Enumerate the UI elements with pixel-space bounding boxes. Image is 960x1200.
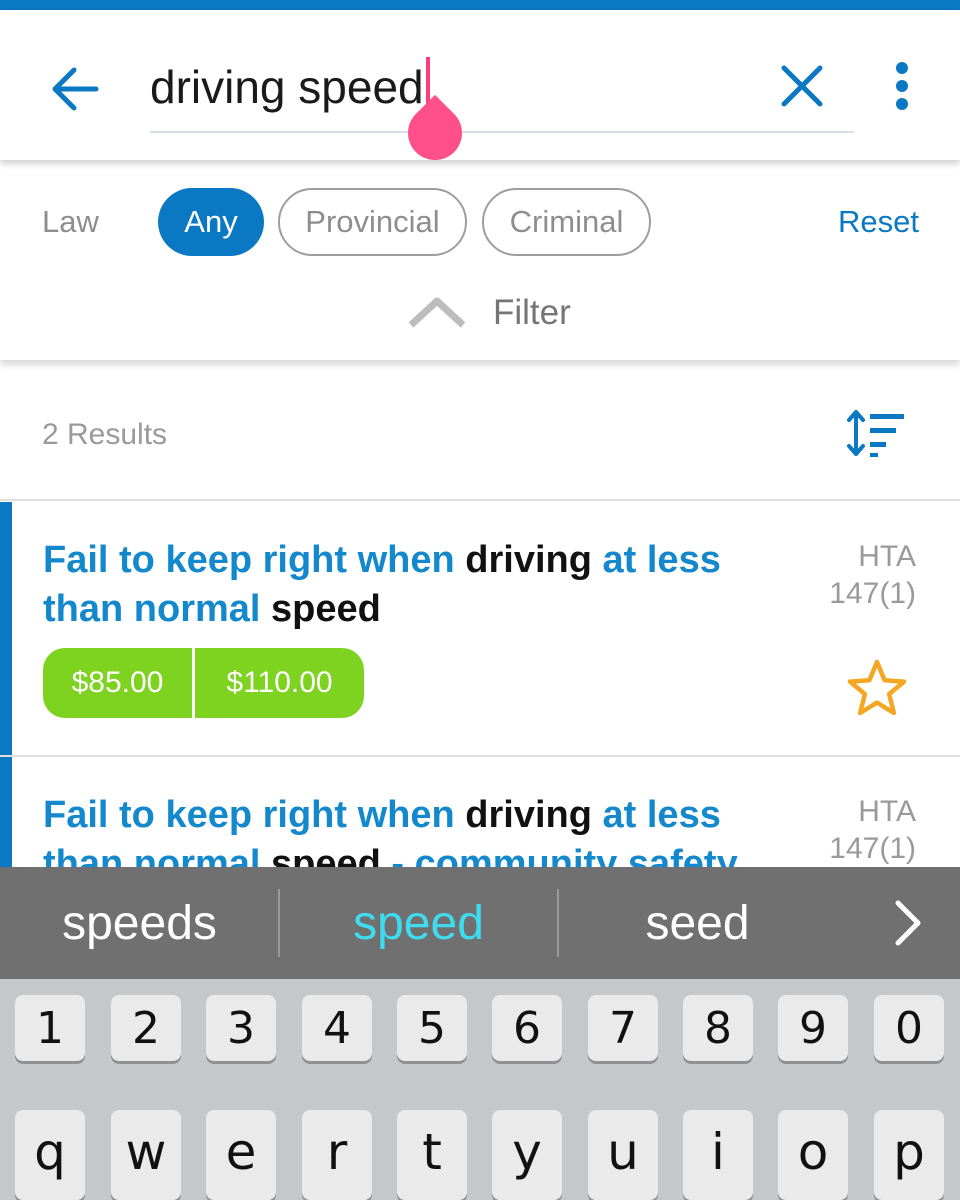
statute-act: HTA	[858, 795, 916, 828]
title-text: Fail to keep right when	[43, 794, 466, 836]
title-text: - community safety	[380, 843, 738, 867]
results-count: 2 Results	[42, 418, 168, 451]
divider	[0, 499, 960, 501]
statute-code: HTA 147(1)	[796, 538, 916, 612]
key[interactable]: y	[492, 1110, 562, 1200]
sort-button[interactable]	[846, 408, 908, 460]
key[interactable]: i	[683, 1110, 753, 1200]
more-suggestions-button[interactable]	[880, 895, 936, 951]
title-match: speed	[271, 843, 381, 867]
more-vert-icon	[896, 62, 908, 110]
close-icon	[781, 65, 823, 107]
suggestion[interactable]: speeds	[0, 867, 279, 979]
key[interactable]: 2	[111, 995, 181, 1061]
filter-toggle[interactable]: Filter	[405, 288, 571, 338]
result-item[interactable]: Fail to keep right when driving at less …	[0, 757, 960, 867]
star-outline-icon	[847, 659, 907, 716]
statute-code: HTA 147(1)	[796, 793, 916, 867]
key[interactable]: 1	[15, 995, 85, 1061]
title-text: Fail to keep right when	[43, 539, 466, 581]
fines-group: $85.00 $110.00	[43, 648, 364, 718]
statute-section: 147(1)	[829, 577, 916, 610]
status-strip	[0, 0, 960, 10]
key[interactable]: 3	[206, 995, 276, 1061]
result-title: Fail to keep right when driving at less …	[43, 536, 803, 634]
key[interactable]: u	[588, 1110, 658, 1200]
key[interactable]: e	[206, 1110, 276, 1200]
search-input[interactable]: driving speed	[150, 56, 850, 118]
result-title: Fail to keep right when driving at less …	[43, 791, 803, 867]
key[interactable]: 5	[397, 995, 467, 1061]
reset-button[interactable]: Reset	[838, 204, 919, 240]
key[interactable]: 8	[683, 995, 753, 1061]
favorite-button[interactable]	[846, 658, 908, 720]
search-bar: driving speed	[0, 10, 960, 160]
key[interactable]: o	[778, 1110, 848, 1200]
key[interactable]: t	[397, 1110, 467, 1200]
key[interactable]: r	[302, 1110, 372, 1200]
key[interactable]: p	[874, 1110, 944, 1200]
key[interactable]: 9	[778, 995, 848, 1061]
search-query: driving speed	[150, 61, 424, 113]
result-accent-bar	[0, 502, 12, 755]
results-header: 2 Results	[0, 368, 960, 500]
chevron-right-icon	[895, 900, 921, 946]
title-match: driving	[465, 794, 592, 836]
chip-provincial[interactable]: Provincial	[278, 188, 467, 256]
fine-badge[interactable]: $110.00	[195, 648, 364, 718]
key[interactable]: w	[111, 1110, 181, 1200]
key[interactable]: 0	[874, 995, 944, 1061]
chip-any[interactable]: Any	[158, 188, 264, 256]
suggestion-strip: speeds speed seed	[0, 867, 960, 979]
title-match: driving	[465, 539, 592, 581]
statute-act: HTA	[858, 540, 916, 573]
back-button[interactable]	[40, 54, 110, 124]
arrow-left-icon	[52, 67, 99, 111]
statute-section: 147(1)	[829, 832, 916, 865]
key[interactable]: 6	[492, 995, 562, 1061]
filter-panel: Law Any Provincial Criminal Reset Filter	[0, 160, 960, 360]
chevron-up-icon	[408, 297, 466, 328]
result-accent-bar	[0, 757, 12, 867]
keyboard: 1 2 3 4 5 6 7 8 9 0 q w e r t y u i o p	[0, 979, 960, 1200]
result-item[interactable]: Fail to keep right when driving at less …	[0, 502, 960, 755]
more-options-button[interactable]	[880, 54, 924, 118]
fine-badge[interactable]: $85.00	[43, 648, 192, 718]
chip-criminal[interactable]: Criminal	[482, 188, 651, 256]
sort-icon	[847, 410, 904, 457]
key[interactable]: 7	[588, 995, 658, 1061]
suggestion-primary[interactable]: speed	[279, 867, 558, 979]
filter-label: Filter	[493, 293, 571, 332]
suggestion[interactable]: seed	[558, 867, 837, 979]
key[interactable]: q	[15, 1110, 85, 1200]
law-label: Law	[42, 204, 99, 239]
search-underline	[150, 131, 854, 133]
title-match: speed	[271, 588, 381, 630]
key[interactable]: 4	[302, 995, 372, 1061]
clear-search-button[interactable]	[770, 54, 834, 118]
